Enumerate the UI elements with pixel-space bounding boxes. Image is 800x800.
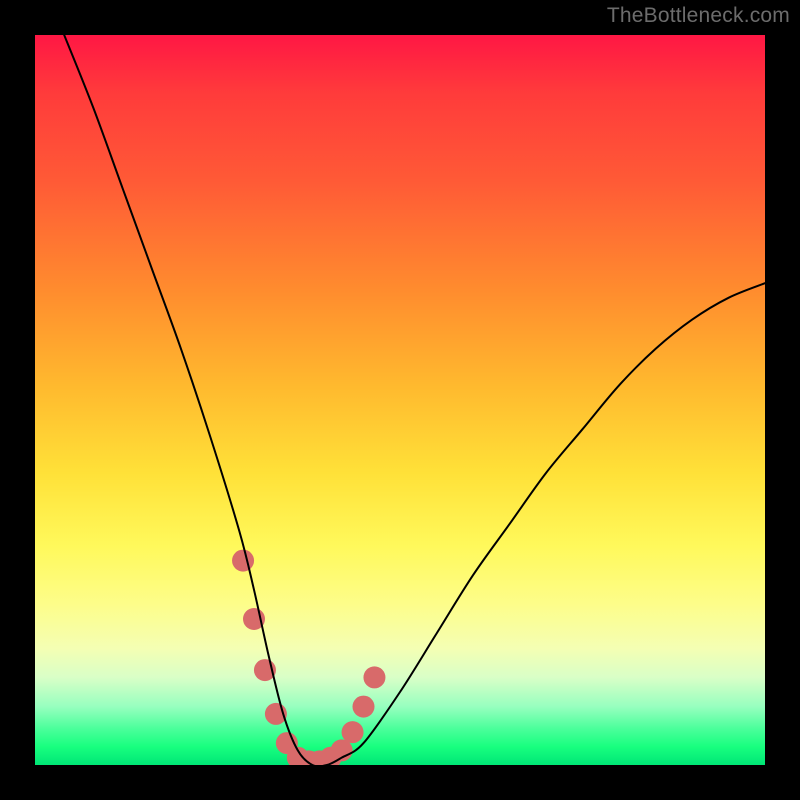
plot-area: [35, 35, 765, 765]
bottleneck-curve: [64, 35, 765, 765]
chart-svg: [35, 35, 765, 765]
marker-dot: [232, 550, 254, 572]
watermark-text: TheBottleneck.com: [607, 4, 790, 28]
marker-dot: [342, 721, 364, 743]
chart-frame: TheBottleneck.com: [0, 0, 800, 800]
marker-dot: [353, 696, 375, 718]
marker-dot: [363, 666, 385, 688]
marker-group: [232, 550, 385, 765]
